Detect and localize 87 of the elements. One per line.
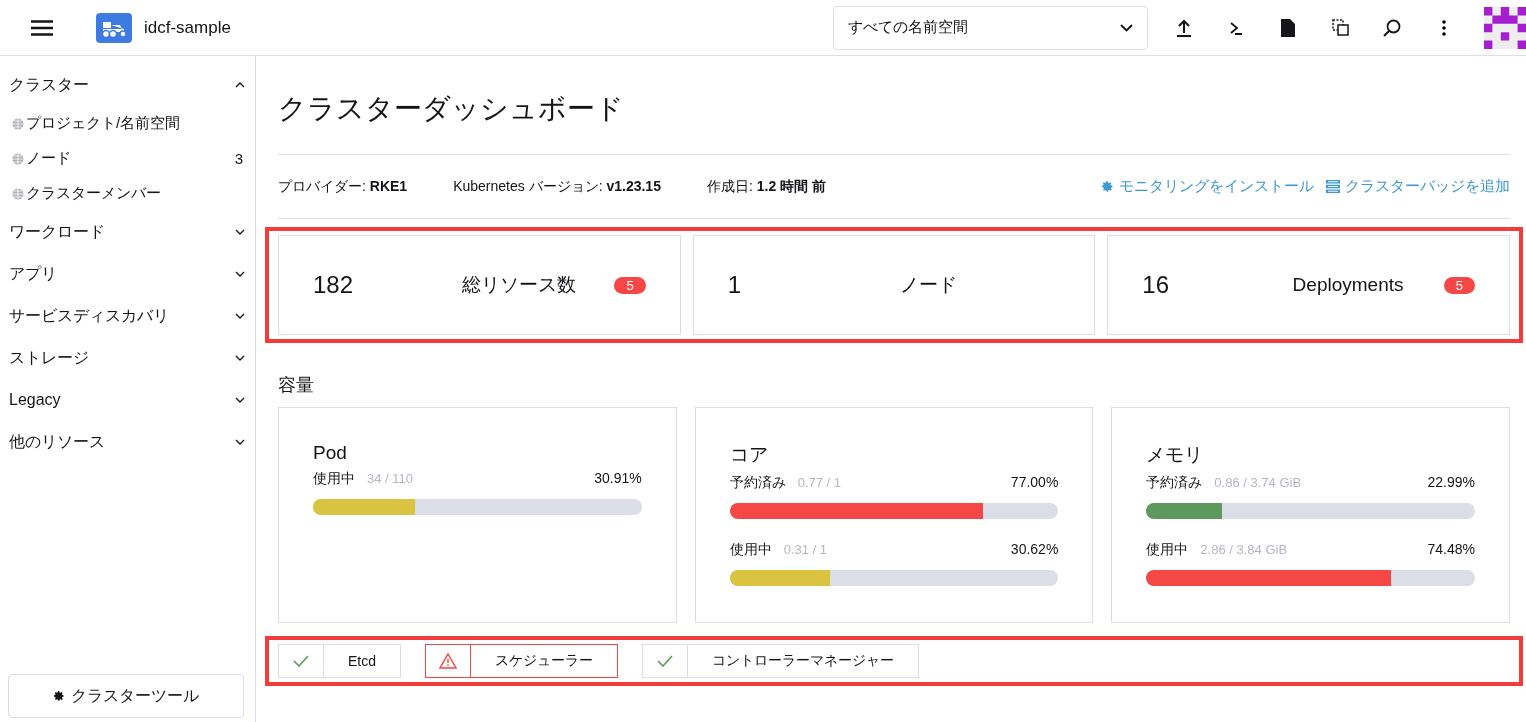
card-count: 1 [727, 271, 742, 299]
gear-icon [53, 690, 65, 702]
gear-icon [1101, 180, 1114, 193]
nav-group[interactable]: クラスター [0, 64, 255, 106]
nav-group-label: クラスター [9, 74, 89, 95]
meter-detail: 0.86 / 3.74 GiB [1214, 475, 1303, 490]
nav-item[interactable]: プロジェクト/名前空間 [0, 106, 255, 141]
meter-detail: 2.86 / 3.84 GiB [1200, 542, 1289, 557]
card-label: Deployments [1291, 274, 1405, 296]
chevron-down-icon [235, 229, 245, 235]
nav-group[interactable]: Legacy [0, 379, 255, 421]
search-icon [1383, 18, 1401, 37]
meter-detail: 34 / 110 [367, 471, 415, 486]
cluster-tools-button[interactable]: クラスターツール [8, 674, 244, 718]
nav-item-count: 3 [234, 150, 243, 167]
component-label: スケジューラー [494, 651, 594, 670]
check-icon [293, 655, 309, 667]
card-count: 16 [1142, 271, 1171, 299]
component-label: コントローラーマネージャー [711, 651, 895, 670]
page-title: クラスターダッシュボード [278, 92, 625, 126]
cluster-name: idcf-sample [144, 17, 232, 38]
terminal-icon [1229, 20, 1243, 35]
card-count: 182 [313, 271, 355, 299]
nav-item-label: プロジェクト/名前空間 [26, 114, 181, 133]
nav-group-label: ワークロード [9, 221, 105, 242]
card-label: ノード [899, 273, 958, 297]
check-icon [657, 655, 673, 667]
nav-group-label: 他のリソース [9, 431, 105, 452]
summary-card[interactable]: 182 総リソース数 5 [278, 235, 681, 335]
warning-count-badge: 5 [614, 276, 646, 294]
summary-card[interactable]: 16 Deployments 5 [1107, 235, 1510, 335]
chevron-down-icon [235, 313, 245, 319]
chevron-down-icon [235, 439, 245, 445]
cluster-info: Kubernetes バージョン: v1.23.15 [453, 177, 661, 196]
cluster-info: 作成日: 1.2 時間 前 [706, 177, 826, 196]
file-icon [1281, 18, 1295, 37]
chevron-down-icon [235, 355, 245, 361]
nav-group-label: サービスディスカバリ [9, 305, 169, 326]
meter-label: 予約済み [1146, 474, 1203, 492]
nav-item[interactable]: クラスターメンバー [0, 176, 255, 211]
meter-reading: 77.00% [1010, 474, 1059, 490]
chevron-down-icon [235, 271, 245, 277]
globe-icon [12, 187, 24, 200]
meter-reading: 74.48% [1427, 541, 1475, 557]
card-label: 総リソース数 [460, 273, 577, 297]
nav-group[interactable]: ワークロード [0, 211, 255, 253]
component-label: Etcd [347, 652, 377, 671]
nav-group-label: Legacy [9, 391, 61, 409]
avatar-icon[interactable] [1484, 6, 1526, 49]
nav-group[interactable]: ストレージ [0, 337, 255, 379]
section-title: 容量 [278, 374, 315, 397]
chevron-up-icon [235, 82, 245, 88]
chevron-down-icon [1120, 23, 1133, 32]
nav-item-label: クラスターメンバー [26, 184, 161, 203]
meter-reading: 30.62% [1010, 541, 1059, 557]
meter-label: 予約済み [729, 474, 786, 492]
tractor-logo-icon [96, 12, 132, 43]
capacity-title: コア [729, 443, 769, 467]
nav-group-label: ストレージ [9, 347, 89, 368]
meter-reading: 30.91% [594, 470, 642, 486]
upload-icon [1176, 18, 1192, 37]
more-icon [1442, 19, 1446, 36]
nav-group-label: アプリ [9, 263, 57, 284]
nav-item[interactable]: ノード 3 [0, 141, 255, 176]
capacity-title: メモリ [1146, 443, 1205, 467]
nav-group[interactable]: サービスディスカバリ [0, 295, 255, 337]
list-icon [1326, 180, 1340, 193]
namespace-select[interactable]: すべての名前空間 [833, 5, 1148, 50]
meter-label: 使用中 [313, 470, 355, 488]
meter-detail: 0.77 / 1 [797, 475, 843, 490]
nav-item-label: ノード [26, 149, 71, 168]
copy-icon [1331, 19, 1349, 36]
globe-icon [12, 117, 24, 130]
capacity-title: Pod [313, 442, 348, 464]
meter-reading: 22.99% [1427, 474, 1475, 490]
menu-icon [31, 19, 53, 36]
meter-label: 使用中 [729, 541, 772, 559]
summary-card[interactable]: 1 ノード [692, 235, 1096, 335]
nav-group[interactable]: アプリ [0, 253, 255, 295]
nav-group[interactable]: 他のリソース [0, 421, 255, 463]
globe-icon [12, 152, 24, 165]
meter-label: 使用中 [1146, 541, 1189, 559]
chevron-down-icon [235, 397, 245, 403]
warning-icon [439, 653, 457, 669]
warning-count-badge: 5 [1443, 276, 1475, 294]
cluster-info: プロバイダー: RKE1 [278, 177, 408, 196]
meter-detail: 0.31 / 1 [783, 542, 829, 557]
